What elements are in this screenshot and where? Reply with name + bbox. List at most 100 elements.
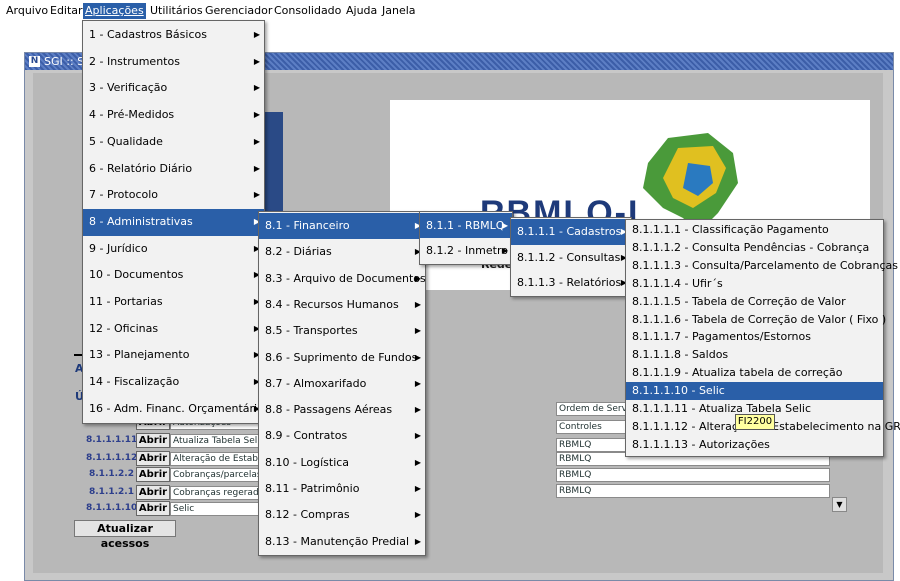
open-button[interactable]: Abrir [136, 451, 170, 466]
cadastros-menu-item-label: 8.1.1.1.11 - Atualiza Tabela Selic [632, 402, 812, 415]
chevron-right-icon: ▶ [414, 431, 421, 441]
administrativas-menu-item[interactable]: 8.8 - Passagens Aéreas ▶ [259, 397, 425, 423]
chevron-right-icon: ▶ [501, 221, 508, 230]
cadastros-menu-item-label: 8.1.1.1.7 - Pagamentos/Estornos [632, 330, 811, 344]
administrativas-menu-item-label: 8.5 - Transportes [265, 324, 358, 338]
financeiro-menu-item[interactable]: 8.1.2 - Inmetro ▶ [420, 238, 512, 263]
row-name-field[interactable]: Atualiza Tabela Selic [170, 434, 264, 448]
cadastros-menu-item-label: 8.1.1.1.8 - Saldos [632, 348, 729, 362]
administrativas-menu-item[interactable]: 8.5 - Transportes ▶ [259, 318, 425, 344]
administrativas-menu-item-label: 8.6 - Suprimento de Fundos [265, 350, 418, 364]
menu-ajuda[interactable]: Ajuda [344, 3, 379, 19]
applications-menu-item[interactable]: 12 - Oficinas ▶ [83, 316, 264, 343]
row-name-field[interactable]: Alteração de Estabe [170, 452, 264, 466]
administrativas-menu-item[interactable]: 8.10 - Logística ▶ [259, 450, 425, 476]
administrativas-menu-item[interactable]: 8.1 - Financeiro ▶ [259, 213, 425, 240]
applications-menu-item[interactable]: 13 - Planejamento ▶ [83, 342, 264, 369]
administrativas-menu-item[interactable]: 8.11 - Patrimônio ▶ [259, 476, 425, 502]
applications-menu-item-label: 5 - Qualidade [89, 134, 163, 148]
chevron-right-icon: ▶ [414, 326, 421, 336]
administrativas-menu-item[interactable]: 8.2 - Diárias ▶ [259, 239, 425, 265]
row-module-field[interactable]: RBMLQ [556, 484, 830, 498]
applications-menu-item[interactable]: 9 - Jurídico ▶ [83, 236, 264, 263]
cadastros-menu-item-label: 8.1.1.1.9 - Atualiza tabela de correção [632, 366, 843, 380]
applications-menu-item[interactable]: 14 - Fiscalização ▶ [83, 369, 264, 396]
menu-utilitarios[interactable]: Utilitários [148, 3, 205, 19]
cadastros-menu-item[interactable]: 8.1.1.1.7 - Pagamentos/Estornos [626, 328, 883, 346]
applications-menu-item[interactable]: 8 - Administrativas ▶ [83, 208, 264, 236]
applications-menu-item[interactable]: 2 - Instrumentos ▶ [83, 49, 264, 76]
cadastros-menu-item[interactable]: 8.1.1.1.2 - Consulta Pendências - Cobran… [626, 239, 883, 257]
applications-menu-item[interactable]: 16 - Adm. Financ. Orçamentária ▶ [83, 396, 264, 423]
chevron-right-icon: ▶ [414, 484, 421, 493]
menu-arquivo[interactable]: Arquivo [4, 3, 50, 19]
rbmlq-menu-item[interactable]: 8.1.1.2 - Consultas ▶ [511, 245, 631, 271]
menu-janela[interactable]: Janela [380, 3, 418, 19]
financeiro-menu-item[interactable]: 8.1.1 - RBMLQ ▶ [420, 213, 512, 238]
cadastros-menu-item-label: 8.1.1.1.4 - Ufir´s [632, 276, 723, 290]
cadastros-menu-item[interactable]: 8.1.1.1.5 - Tabela de Correção de Valor [626, 293, 883, 311]
open-button[interactable]: Abrir [136, 485, 170, 500]
administrativas-menu-item[interactable]: 8.12 - Compras ▶ [259, 502, 425, 528]
menu-gerenciador[interactable]: Gerenciador [203, 3, 274, 19]
row-code: 8.1.1.1.12 [86, 453, 138, 463]
menu-aplicacoes[interactable]: Aplicações [83, 3, 146, 19]
administrativas-menu-item-label: 8.13 - Manutenção Predial [265, 534, 410, 548]
applications-menu-item[interactable]: 10 - Documentos ▶ [83, 262, 264, 289]
applications-menu-item-label: 2 - Instrumentos [89, 54, 180, 68]
applications-menu-item-label: 3 - Verificação [89, 81, 168, 95]
cadastros-menu-item[interactable]: 8.1.1.1.13 - Autorizações [626, 436, 883, 454]
administrativas-menu-item[interactable]: 8.4 - Recursos Humanos ▶ [259, 292, 425, 318]
cadastros-menu-item-label: 8.1.1.1.10 - Selic [632, 384, 725, 398]
administrativas-menu-item[interactable]: 8.3 - Arquivo de Documentos ▶ [259, 266, 426, 292]
applications-menu-item-label: 9 - Jurídico [89, 241, 148, 255]
administrativas-menu-item[interactable]: 8.7 - Almoxarifado ▶ [259, 371, 425, 397]
applications-menu-item[interactable]: 4 - Pré-Medidos ▶ [83, 102, 264, 129]
cadastros-menu-item[interactable]: 8.1.1.1.1 - Classificação Pagamento [626, 221, 883, 239]
applications-menu-item-label: 8 - Administrativas [89, 214, 193, 228]
cadastros-menu-item[interactable]: 8.1.1.1.10 - Selic [626, 382, 883, 400]
applications-menu-item[interactable]: 7 - Protocolo ▶ [83, 182, 264, 209]
applications-menu-item-label: 11 - Portarias [89, 295, 163, 308]
row-name-field[interactable]: Cobranças/parcelas [170, 468, 264, 482]
cadastros-menu-item[interactable]: 8.1.1.1.9 - Atualiza tabela de correção [626, 364, 883, 382]
row-name-field[interactable]: Cobranças regerada [170, 486, 264, 500]
cadastros-menu-item-label: 8.1.1.1.3 - Consulta/Parcelamento de Cob… [632, 258, 899, 272]
rbmlq-menu-item-label: 8.1.1.3 - Relatórios [517, 276, 622, 289]
chevron-right-icon: ▶ [414, 378, 421, 388]
chevron-right-icon: ▶ [414, 273, 421, 283]
administrativas-menu-item-label: 8.8 - Passagens Aéreas [265, 403, 393, 417]
administrativas-menu-item[interactable]: 8.9 - Contratos ▶ [259, 423, 425, 449]
tooltip: FI2200 [735, 414, 775, 430]
administrativas-menu-item[interactable]: 8.13 - Manutenção Predial ▶ [259, 529, 425, 555]
administrativas-menu-item-label: 8.7 - Almoxarifado [265, 376, 367, 390]
cadastros-menu-item[interactable]: 8.1.1.1.3 - Consulta/Parcelamento de Cob… [626, 257, 898, 275]
administrativas-menu-item-label: 8.1 - Financeiro [265, 219, 350, 232]
rbmlq-menu-item[interactable]: 8.1.1.3 - Relatórios ▶ [511, 270, 631, 296]
scroll-down-button[interactable]: ▼ [832, 497, 847, 512]
open-button[interactable]: Abrir [136, 467, 170, 482]
applications-menu-item[interactable]: 6 - Relatório Diário ▶ [83, 156, 264, 183]
administrativas-submenu: 8.1 - Financeiro ▶ 8.2 - Diárias ▶ 8.3 - Arq… [258, 211, 426, 556]
open-button[interactable]: Abrir [136, 501, 170, 516]
cadastros-menu-item[interactable]: 8.1.1.1.8 - Saldos [626, 346, 883, 364]
financeiro-menu-item-label: 8.1.1 - RBMLQ [426, 219, 505, 232]
applications-menu-item[interactable]: 5 - Qualidade ▶ [83, 129, 264, 156]
financeiro-submenu: 8.1.1 - RBMLQ ▶ 8.1.2 - Inmetro ▶ [419, 211, 513, 265]
menu-consolidado[interactable]: Consolidado [272, 3, 343, 19]
applications-menu-item[interactable]: 1 - Cadastros Básicos ▶ [83, 22, 264, 49]
row-code: 8.1.1.1.10 [86, 503, 138, 513]
applications-menu-item[interactable]: 3 - Verificação ▶ [83, 75, 264, 102]
administrativas-menu-item[interactable]: 8.6 - Suprimento de Fundos ▶ [259, 345, 425, 371]
cadastros-menu-item[interactable]: 8.1.1.1.4 - Ufir´s [626, 275, 883, 293]
open-button[interactable]: Abrir [136, 433, 170, 448]
rbmlq-menu-item[interactable]: 8.1.1.1 - Cadastros ▶ [511, 219, 631, 245]
applications-menu-item[interactable]: 11 - Portarias ▶ [83, 289, 264, 316]
refresh-access-button[interactable]: Atualizar acessos [74, 520, 176, 550]
cadastros-menu-item[interactable]: 8.1.1.1.6 - Tabela de Correção de Valor … [626, 311, 886, 329]
applications-menu-item-label: 13 - Planejamento [89, 348, 190, 362]
administrativas-menu-item-label: 8.4 - Recursos Humanos [265, 297, 399, 311]
row-name-field[interactable]: Selic [170, 502, 264, 516]
menu-editar[interactable]: Editar [48, 3, 85, 19]
row-module-field[interactable]: RBMLQ [556, 468, 830, 482]
